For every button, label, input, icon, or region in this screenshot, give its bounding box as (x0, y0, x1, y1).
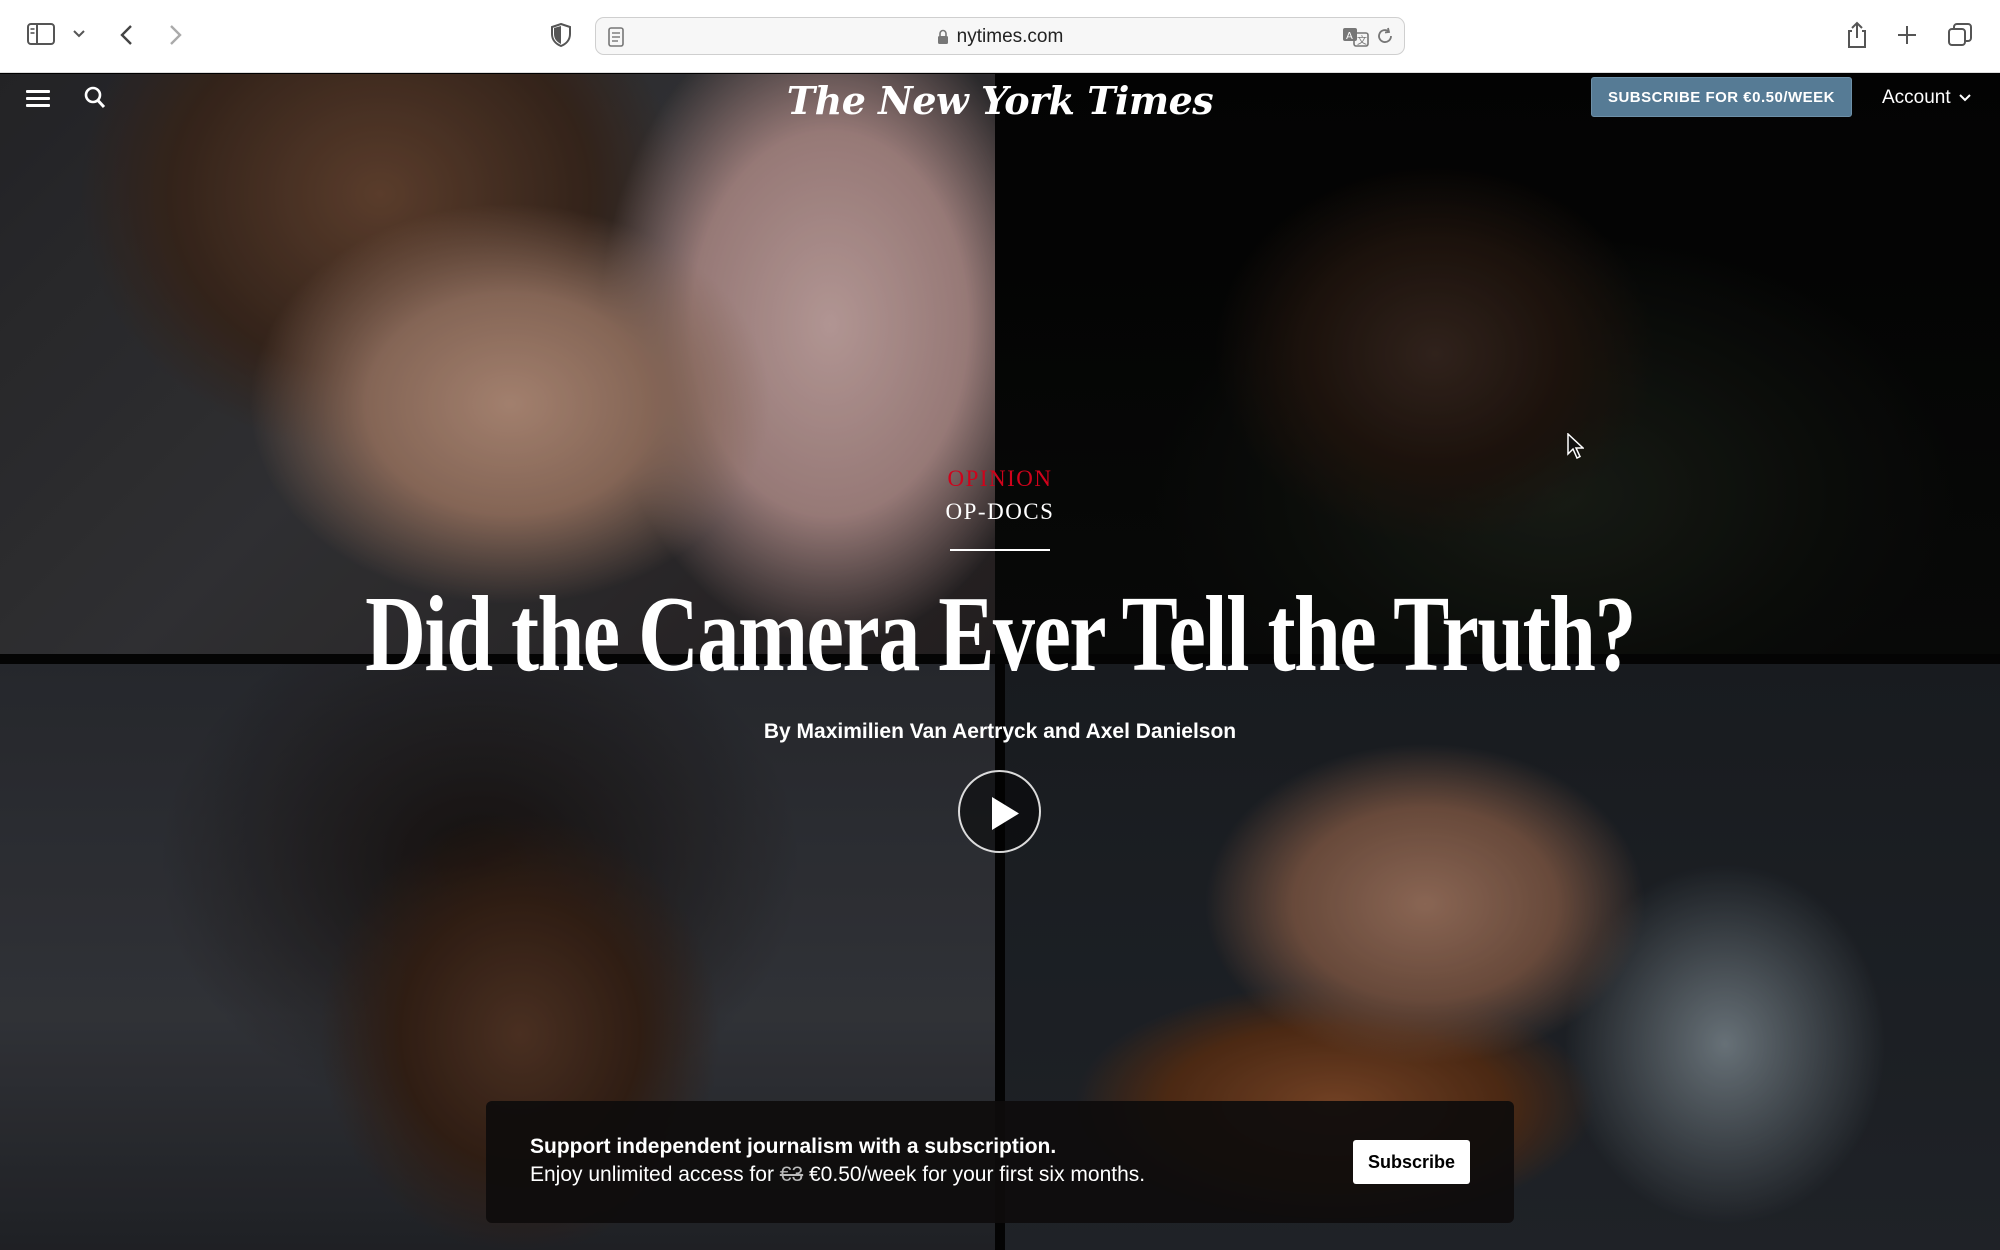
subscribe-button[interactable]: SUBSCRIBE FOR €0.50/WEEK (1591, 77, 1852, 117)
banner-subscribe-button[interactable]: Subscribe (1353, 1140, 1470, 1184)
mouse-cursor-icon (1566, 432, 1585, 460)
account-menu[interactable]: Account (1882, 86, 1971, 110)
tabs-overview-icon[interactable] (1945, 20, 1975, 50)
url-display[interactable]: nytimes.com (596, 18, 1404, 56)
chevron-right-icon (170, 25, 182, 45)
plus-icon[interactable] (1892, 20, 1922, 50)
old-price: €3 (779, 1163, 804, 1186)
forward-button[interactable] (162, 20, 190, 50)
account-label: Account (1882, 87, 1951, 108)
browser-toolbar: nytimes.com A文 (0, 0, 2000, 73)
subsection-label[interactable]: OP-DOCS (0, 499, 2000, 525)
url-text: nytimes.com (956, 26, 1064, 47)
byline: By Maximilien Van Aertryck and Axel Dani… (763, 720, 1237, 743)
sidebar-toggle-icon[interactable] (26, 22, 56, 46)
offer-prefix: Enjoy unlimited access for (530, 1163, 774, 1186)
lock-icon (937, 29, 948, 44)
translate-icon[interactable]: A文 (1342, 26, 1370, 48)
chevron-left-icon (120, 25, 132, 45)
play-button[interactable] (958, 770, 1041, 853)
address-bar[interactable]: nytimes.com A文 (595, 17, 1405, 55)
banner-offer: Enjoy unlimited access for €3 €0.50/week… (530, 1163, 1145, 1187)
svg-text:文: 文 (1357, 34, 1367, 47)
share-icon[interactable] (1842, 18, 1872, 52)
back-button[interactable] (112, 20, 140, 50)
divider (950, 549, 1050, 551)
banner-title: Support independent journalism with a su… (530, 1135, 1057, 1158)
play-icon (992, 797, 1019, 830)
chevron-down-icon[interactable] (70, 24, 88, 44)
section-label[interactable]: OPINION (0, 466, 2000, 492)
reload-icon[interactable] (1376, 27, 1396, 47)
offer-suffix: €0.50/week for your first six months. (809, 1163, 1146, 1186)
svg-text:A: A (1346, 31, 1353, 42)
article-headline: Did the Camera Ever Tell the Truth? (365, 575, 1636, 694)
privacy-shield-icon[interactable] (546, 20, 576, 50)
chevron-down-icon (1958, 94, 1971, 102)
subscription-banner: Support independent journalism with a su… (486, 1101, 1514, 1223)
